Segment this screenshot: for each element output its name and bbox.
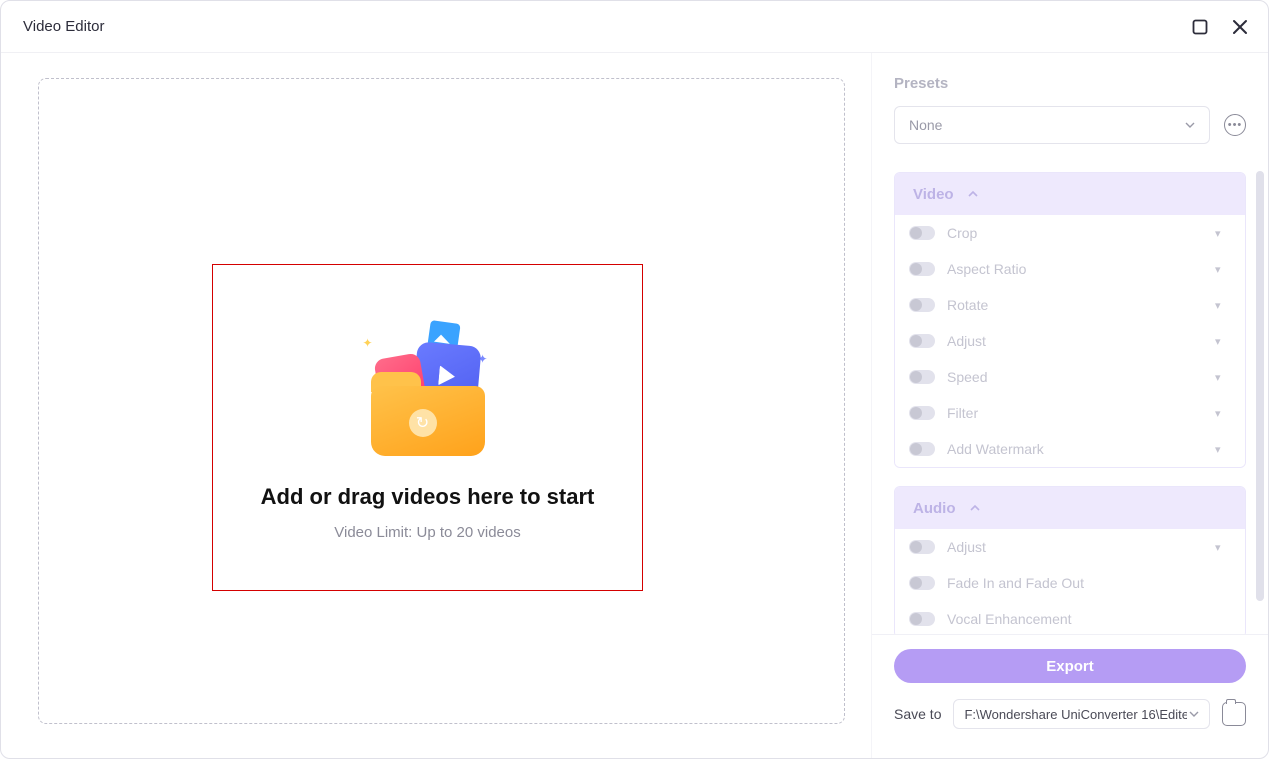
drop-zone-highlight: ✦ ✦ ♪ ↻ Add or drag videos here to start… — [212, 264, 643, 591]
presets-value: None — [909, 117, 942, 133]
chevron-up-icon — [968, 186, 978, 203]
scrollbar[interactable] — [1256, 171, 1264, 601]
body: ✦ ✦ ♪ ↻ Add or drag videos here to start… — [1, 53, 1268, 758]
toggle[interactable] — [909, 442, 935, 456]
video-option-rotate[interactable]: Rotate ▾ — [895, 287, 1245, 323]
presets-dropdown[interactable]: None — [894, 106, 1210, 144]
chevron-up-icon — [970, 500, 980, 517]
chevron-down-icon: ▾ — [1215, 263, 1231, 276]
toggle[interactable] — [909, 370, 935, 384]
drop-zone-heading: Add or drag videos here to start — [261, 484, 595, 510]
toggle[interactable] — [909, 226, 935, 240]
video-option-watermark[interactable]: Add Watermark ▾ — [895, 431, 1245, 467]
settings-scroll[interactable]: Presets None ••• Video — [872, 53, 1268, 634]
preview-pane: ✦ ✦ ♪ ↻ Add or drag videos here to start… — [1, 53, 871, 758]
audio-option-fade[interactable]: Fade In and Fade Out — [895, 565, 1245, 601]
video-section: Video Crop ▾ Aspect Ratio — [894, 172, 1246, 468]
chevron-down-icon: ▾ — [1215, 407, 1231, 420]
video-option-speed[interactable]: Speed ▾ — [895, 359, 1245, 395]
section-title: Audio — [913, 500, 956, 517]
audio-section-header[interactable]: Audio — [895, 487, 1245, 529]
toggle[interactable] — [909, 406, 935, 420]
chevron-down-icon: ▾ — [1215, 227, 1231, 240]
open-folder-button[interactable] — [1222, 702, 1246, 726]
sync-icon: ↻ — [409, 409, 437, 437]
chevron-down-icon — [1215, 577, 1231, 589]
window-title: Video Editor — [23, 18, 104, 35]
close-button[interactable] — [1220, 1, 1260, 53]
close-icon — [1231, 18, 1249, 36]
chevron-down-icon — [1215, 613, 1231, 625]
presets-label: Presets — [894, 75, 1246, 92]
drop-zone-subtext: Video Limit: Up to 20 videos — [334, 524, 521, 541]
toggle[interactable] — [909, 612, 935, 626]
settings-pane: Presets None ••• Video — [871, 53, 1268, 758]
save-to-row: Save to F:\Wondershare UniConverter 16\E… — [894, 699, 1246, 729]
export-button[interactable]: Export — [894, 649, 1246, 683]
chevron-down-icon: ▾ — [1215, 443, 1231, 456]
maximize-icon — [1191, 18, 1209, 36]
title-bar: Video Editor — [1, 1, 1268, 53]
save-path-dropdown[interactable]: F:\Wondershare UniConverter 16\Edite — [953, 699, 1210, 729]
video-drop-zone[interactable]: ✦ ✦ ♪ ↻ Add or drag videos here to start… — [38, 78, 845, 724]
toggle[interactable] — [909, 540, 935, 554]
maximize-button[interactable] — [1180, 1, 1220, 53]
video-section-header[interactable]: Video — [895, 173, 1245, 215]
section-title: Video — [913, 186, 954, 203]
video-editor-window: Video Editor ✦ ✦ ♪ — [0, 0, 1269, 759]
toggle[interactable] — [909, 262, 935, 276]
video-option-aspect-ratio[interactable]: Aspect Ratio ▾ — [895, 251, 1245, 287]
video-section-body: Crop ▾ Aspect Ratio ▾ Rotate ▾ — [895, 215, 1245, 467]
audio-option-vocal-enhancement[interactable]: Vocal Enhancement — [895, 601, 1245, 634]
video-option-adjust[interactable]: Adjust ▾ — [895, 323, 1245, 359]
chevron-down-icon: ▾ — [1215, 335, 1231, 348]
sparkle-icon: ✦ — [363, 336, 373, 350]
audio-section-body: Adjust ▾ Fade In and Fade Out Vocal Enha… — [895, 529, 1245, 634]
media-folder-illustration: ✦ ✦ ♪ ↻ — [353, 314, 503, 474]
chevron-down-icon: ▾ — [1215, 541, 1231, 554]
audio-option-adjust[interactable]: Adjust ▾ — [895, 529, 1245, 565]
toggle[interactable] — [909, 298, 935, 312]
settings-footer: Export Save to F:\Wondershare UniConvert… — [872, 634, 1268, 758]
toggle[interactable] — [909, 576, 935, 590]
video-option-filter[interactable]: Filter ▾ — [895, 395, 1245, 431]
chevron-down-icon — [1185, 117, 1195, 133]
chevron-down-icon: ▾ — [1215, 371, 1231, 384]
toggle[interactable] — [909, 334, 935, 348]
save-path-value: F:\Wondershare UniConverter 16\Edite — [964, 707, 1187, 722]
save-to-label: Save to — [894, 706, 941, 722]
chevron-down-icon: ▾ — [1215, 299, 1231, 312]
presets-more-button[interactable]: ••• — [1224, 114, 1246, 136]
presets-row: None ••• — [894, 106, 1246, 144]
more-icon: ••• — [1228, 119, 1243, 131]
chevron-down-icon — [1189, 707, 1199, 722]
video-option-crop[interactable]: Crop ▾ — [895, 215, 1245, 251]
audio-section: Audio Adjust ▾ Fade In and — [894, 486, 1246, 634]
